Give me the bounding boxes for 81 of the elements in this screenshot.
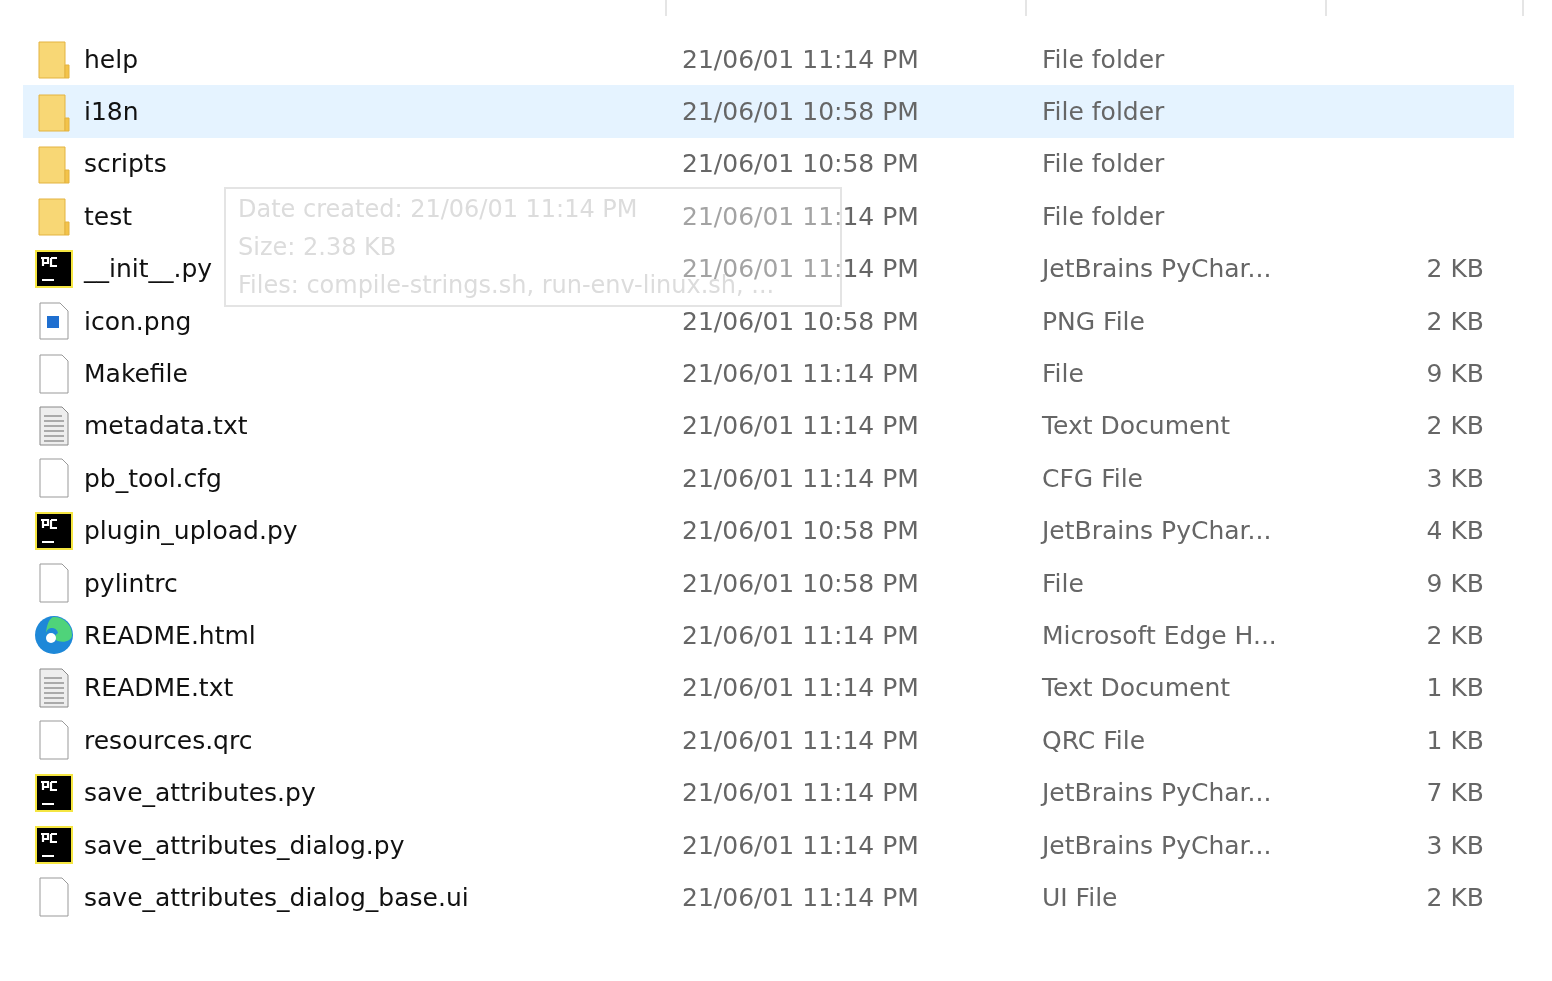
file-size: 2 KB — [1426, 254, 1484, 284]
file-size: 2 KB — [1426, 411, 1484, 441]
file-date: 21/06/01 10:58 PM — [682, 568, 919, 598]
file-date: 21/06/01 11:14 PM — [682, 411, 919, 441]
text-file-icon — [38, 405, 69, 446]
folder-icon — [37, 91, 70, 132]
file-type: QRC File — [1042, 725, 1146, 755]
image-file-icon — [38, 302, 69, 341]
file-name: Makefile — [84, 359, 188, 389]
file-name: resources.qrc — [84, 725, 253, 755]
file-date: 21/06/01 11:14 PM — [682, 621, 919, 650]
file-date: 21/06/01 10:58 PM — [682, 149, 919, 179]
file-type: Text Document — [1042, 411, 1231, 441]
file-size: 7 KB — [1426, 778, 1484, 808]
file-name: README.txt — [84, 673, 234, 703]
file-type: Text Document — [1042, 673, 1231, 703]
selected-file-row[interactable]: i18n 21/06/01 10:58 PM File folder — [23, 85, 1514, 138]
pycharm-icon — [34, 826, 73, 865]
file-size: 1 KB — [1426, 725, 1484, 755]
file-type: UI File — [1042, 882, 1118, 912]
file-name: save_attributes_dialog.py — [84, 830, 405, 860]
edge-browser-icon — [33, 615, 74, 656]
file-type: JetBrains PyChar... — [1042, 830, 1272, 860]
file-date: 21/06/01 11:14 PM — [682, 201, 919, 231]
pycharm-icon — [34, 511, 73, 550]
file-name: help — [84, 44, 139, 74]
file-date: 21/06/01 11:14 PM — [682, 830, 919, 860]
file-name: README.html — [84, 621, 256, 650]
file-type: JetBrains PyChar... — [1042, 254, 1272, 284]
file-name: __init__.py — [84, 254, 213, 284]
text-file-icon — [38, 667, 69, 708]
file-size: 2 KB — [1426, 306, 1484, 336]
file-name: metadata.txt — [84, 411, 248, 441]
file-date: 21/06/01 10:58 PM — [682, 97, 919, 127]
file-size: 1 KB — [1426, 673, 1484, 703]
file-size: 4 KB — [1426, 516, 1484, 546]
folder-icon — [37, 143, 70, 184]
file-type: File folder — [1042, 201, 1165, 231]
file-type: File folder — [1042, 149, 1165, 179]
file-size: 2 KB — [1426, 621, 1484, 650]
file-size: 3 KB — [1426, 463, 1484, 493]
file-type: File folder — [1042, 97, 1165, 127]
file-name: save_attributes.py — [84, 778, 316, 808]
file-date: 21/06/01 11:14 PM — [682, 882, 919, 912]
file-type: File — [1042, 359, 1084, 389]
blank-file-icon — [38, 720, 69, 761]
file-name: test — [84, 201, 132, 231]
file-date: 21/06/01 11:14 PM — [682, 359, 919, 389]
folder-icon — [37, 196, 70, 237]
file-date: 21/06/01 11:14 PM — [682, 725, 919, 755]
pycharm-icon — [34, 249, 73, 288]
file-type: PNG File — [1042, 306, 1145, 336]
file-type: JetBrains PyChar... — [1042, 778, 1272, 808]
blank-file-icon — [38, 353, 69, 394]
blank-file-icon — [38, 563, 69, 604]
file-name: icon.png — [84, 306, 192, 336]
blank-file-icon — [38, 877, 69, 918]
folder-icon — [37, 39, 70, 80]
file-size: 2 KB — [1426, 882, 1484, 912]
pycharm-icon — [34, 773, 73, 812]
file-name: save_attributes_dialog_base.ui — [84, 882, 469, 912]
file-name: scripts — [84, 149, 167, 179]
file-name: pb_tool.cfg — [84, 463, 222, 493]
file-size: 9 KB — [1426, 359, 1484, 389]
file-date: 21/06/01 10:58 PM — [682, 516, 919, 546]
file-size: 3 KB — [1426, 830, 1484, 860]
file-date: 21/06/01 11:14 PM — [682, 673, 919, 703]
file-type: File folder — [1042, 44, 1165, 74]
file-type: CFG File — [1042, 463, 1143, 493]
file-type: Microsoft Edge H... — [1042, 621, 1277, 650]
file-date: 21/06/01 11:14 PM — [682, 778, 919, 808]
file-type: JetBrains PyChar... — [1042, 516, 1272, 546]
file-name: plugin_upload.py — [84, 516, 298, 546]
file-date: 21/06/01 10:58 PM — [682, 306, 919, 336]
file-type: File — [1042, 568, 1084, 598]
file-name: i18n — [84, 97, 139, 127]
file-name: pylintrc — [84, 568, 178, 598]
file-date: 21/06/01 11:14 PM — [682, 44, 919, 74]
file-size: 9 KB — [1426, 568, 1484, 598]
file-date: 21/06/01 11:14 PM — [682, 463, 919, 493]
blank-file-icon — [38, 458, 69, 499]
